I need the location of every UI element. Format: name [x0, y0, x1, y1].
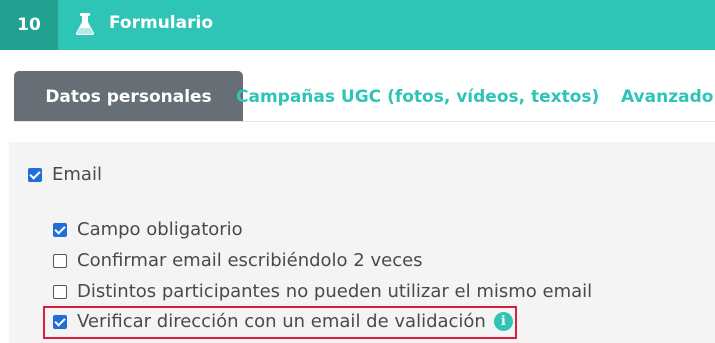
required-label: Campo obligatorio [77, 219, 243, 240]
tabs-divider [14, 121, 715, 122]
verify-email-label: Verificar dirección con un email de vali… [77, 311, 486, 332]
email-field-option[interactable]: Email [28, 164, 102, 185]
flask-icon [75, 13, 95, 35]
confirm-email-checkbox[interactable] [53, 253, 67, 268]
top-header-bar: 10 Formulario [0, 0, 715, 50]
info-icon[interactable]: i [493, 312, 513, 331]
tab-datos-personales[interactable]: Datos personales [14, 71, 243, 122]
email-label: Email [52, 164, 102, 185]
confirm-email-label: Confirmar email escribiéndolo 2 veces [77, 250, 423, 271]
step-number-badge: 10 [0, 0, 58, 50]
confirm-email-option[interactable]: Confirmar email escribiéndolo 2 veces [53, 250, 423, 271]
tab-campanas-ugc[interactable]: Campañas UGC (fotos, vídeos, textos) [236, 71, 599, 122]
unique-email-option[interactable]: Distintos participantes no pueden utiliz… [53, 281, 592, 302]
verify-email-option[interactable]: Verificar dirección con un email de vali… [53, 311, 513, 332]
form-title: Formulario [109, 13, 213, 33]
tab-avanzado[interactable]: Avanzado [621, 71, 713, 122]
required-checkbox[interactable] [53, 222, 67, 237]
unique-email-checkbox[interactable] [53, 284, 67, 299]
verify-email-checkbox[interactable] [53, 314, 67, 329]
email-checkbox[interactable] [28, 167, 42, 182]
unique-email-label: Distintos participantes no pueden utiliz… [77, 281, 593, 302]
required-field-option[interactable]: Campo obligatorio [53, 219, 243, 240]
